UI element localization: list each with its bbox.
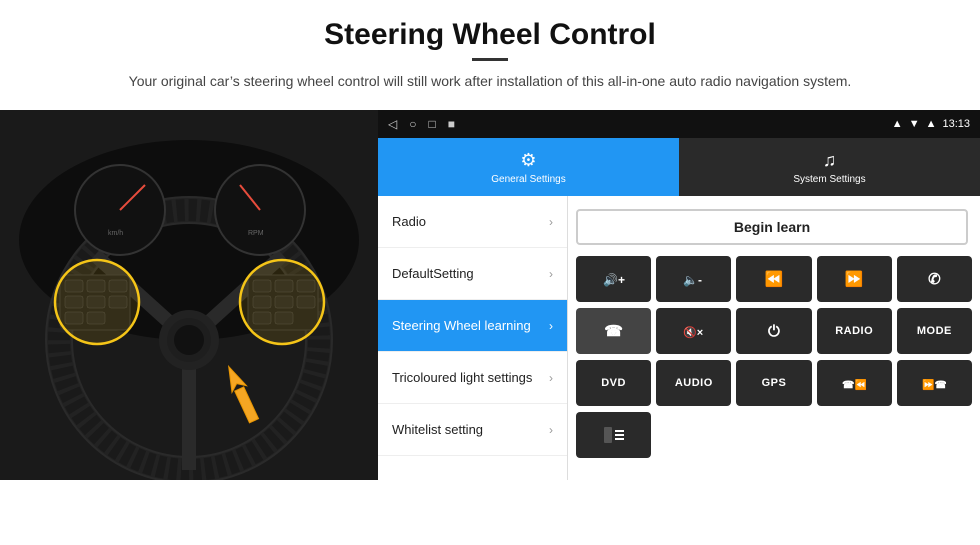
gps-icon: ▲	[892, 118, 903, 130]
prev-track-button[interactable]: ⏪	[736, 256, 811, 302]
nav-recent-icon[interactable]: □	[428, 117, 435, 131]
phone-answer-button[interactable]: ✆	[897, 256, 972, 302]
phone-next-button[interactable]: ⏩☎	[897, 360, 972, 406]
vol-up-button[interactable]: 🔊+	[576, 256, 651, 302]
next-track-button[interactable]: ⏩	[817, 256, 892, 302]
status-indicators: ▲ ▼ ▲ 13:13	[892, 118, 970, 130]
system-settings-icon: ♫	[823, 150, 837, 171]
phone-prev-button[interactable]: ☎⏪	[817, 360, 892, 406]
menu-item-default[interactable]: DefaultSetting ›	[378, 248, 567, 300]
vol-down-button[interactable]: 🔈-	[656, 256, 731, 302]
top-section: Steering Wheel Control Your original car…	[0, 0, 980, 102]
svg-text:km/h: km/h	[108, 230, 123, 237]
page-wrapper: Steering Wheel Control Your original car…	[0, 0, 980, 480]
tab-general[interactable]: ⚙ General Settings	[378, 138, 679, 196]
chevron-right-icon: ›	[549, 267, 553, 281]
menu-steering-label: Steering Wheel learning	[392, 318, 531, 333]
nav-home-icon[interactable]: ○	[409, 117, 416, 131]
menu-item-radio[interactable]: Radio ›	[378, 196, 567, 248]
tab-general-label: General Settings	[491, 174, 566, 185]
svg-text:RPM: RPM	[248, 230, 264, 237]
controls-row2: ☎ 🔇× ⏻ RADIO MODE	[576, 308, 972, 354]
nav-icons: ◁ ○ □ ■	[388, 117, 455, 131]
menu-radio-label: Radio	[392, 214, 426, 229]
dvd-button[interactable]: DVD	[576, 360, 651, 406]
power-button[interactable]: ⏻	[736, 308, 811, 354]
menu-item-steering[interactable]: Steering Wheel learning ›	[378, 300, 567, 352]
steering-wheel-image: km/h RPM	[0, 110, 378, 480]
begin-learn-button[interactable]: Begin learn	[576, 209, 968, 245]
controls-panel: Begin learn 🔊+ 🔈- ⏪ ⏩ ✆	[568, 196, 980, 480]
chevron-right-icon: ›	[549, 215, 553, 229]
tab-system[interactable]: ♫ System Settings	[679, 138, 980, 196]
svg-text:🔈-: 🔈-	[683, 273, 702, 287]
chevron-right-icon: ›	[549, 319, 553, 333]
menu-icon-button[interactable]	[576, 412, 651, 458]
controls-row4	[576, 412, 972, 458]
svg-text:🔊+: 🔊+	[603, 272, 625, 287]
chevron-right-icon: ›	[549, 423, 553, 437]
begin-learn-row: Begin learn	[576, 204, 972, 250]
settings-area: Radio › DefaultSetting › Steering Wheel …	[378, 196, 980, 480]
hang-up-button[interactable]: ☎	[576, 308, 651, 354]
radio-button[interactable]: RADIO	[817, 308, 892, 354]
signal-icon: ▼	[909, 118, 920, 130]
wifi-icon: ▲	[926, 118, 937, 130]
subtitle: Your original car’s steering wheel contr…	[60, 71, 920, 92]
menu-whitelist-label: Whitelist setting	[392, 422, 483, 437]
controls-row1: 🔊+ 🔈- ⏪ ⏩ ✆	[576, 256, 972, 302]
status-bar: ◁ ○ □ ■ ▲ ▼ ▲ 13:13	[378, 110, 980, 138]
menu-tricoloured-label: Tricoloured light settings	[392, 370, 532, 385]
clock: 13:13	[942, 118, 970, 130]
content-row: km/h RPM ◁ ○ □ ■ ▲	[0, 110, 980, 480]
mute-button[interactable]: 🔇×	[656, 308, 731, 354]
menu-item-tricoloured[interactable]: Tricoloured light settings ›	[378, 352, 567, 404]
chevron-right-icon: ›	[549, 371, 553, 385]
menu-list: Radio › DefaultSetting › Steering Wheel …	[378, 196, 568, 480]
head-unit: ◁ ○ □ ■ ▲ ▼ ▲ 13:13 ⚙ General Settings	[378, 110, 980, 480]
menu-item-whitelist[interactable]: Whitelist setting ›	[378, 404, 567, 456]
svg-text:🔇×: 🔇×	[683, 326, 703, 339]
title-divider	[472, 58, 508, 61]
svg-text:☎⏪: ☎⏪	[842, 378, 866, 391]
gps-button[interactable]: GPS	[736, 360, 811, 406]
menu-default-label: DefaultSetting	[392, 266, 474, 281]
nav-extra-icon[interactable]: ■	[448, 117, 455, 131]
mode-button[interactable]: MODE	[897, 308, 972, 354]
page-title: Steering Wheel Control	[60, 18, 920, 52]
nav-back-icon[interactable]: ◁	[388, 117, 397, 131]
tab-system-label: System Settings	[793, 174, 865, 185]
audio-button[interactable]: AUDIO	[656, 360, 731, 406]
gear-settings-icon: ⚙	[520, 150, 536, 171]
tab-bar: ⚙ General Settings ♫ System Settings	[378, 138, 980, 196]
controls-row3: DVD AUDIO GPS ☎⏪ ⏩☎	[576, 360, 972, 406]
svg-text:⏩☎: ⏩☎	[922, 378, 946, 391]
